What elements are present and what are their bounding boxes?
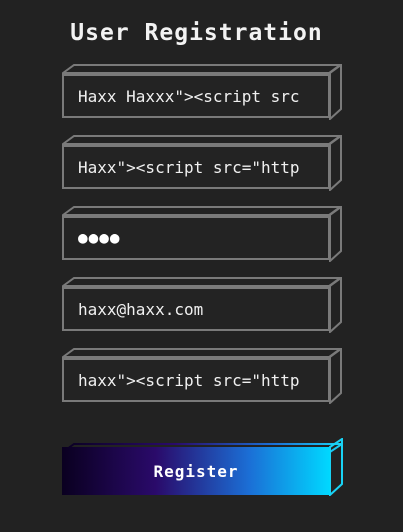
field-3d-top-edge: [62, 277, 341, 287]
email-input[interactable]: [78, 289, 316, 329]
username-input[interactable]: [78, 147, 316, 187]
password-field[interactable]: ●●●●: [62, 216, 330, 260]
field-3d-side-edge: [329, 64, 342, 120]
field-3d-top-edge: [62, 64, 341, 74]
register-button[interactable]: Register: [62, 447, 330, 495]
field-3d-side-edge: [329, 135, 342, 191]
field-3d-top-edge: [62, 135, 341, 145]
email-field[interactable]: [62, 287, 330, 331]
username-field[interactable]: [62, 145, 330, 189]
extra-field[interactable]: [62, 358, 330, 402]
button-3d-side-edge: [329, 437, 343, 498]
full-name-input[interactable]: [78, 76, 316, 116]
password-input[interactable]: ●●●●: [78, 218, 121, 258]
field-3d-side-edge: [329, 277, 342, 333]
full-name-field[interactable]: [62, 74, 330, 118]
field-3d-top-edge: [62, 206, 341, 216]
field-3d-side-edge: [329, 206, 342, 262]
page-title: User Registration: [70, 20, 323, 46]
field-3d-top-edge: [62, 348, 341, 358]
field-3d-side-edge: [329, 348, 342, 404]
extra-input[interactable]: [78, 360, 316, 400]
